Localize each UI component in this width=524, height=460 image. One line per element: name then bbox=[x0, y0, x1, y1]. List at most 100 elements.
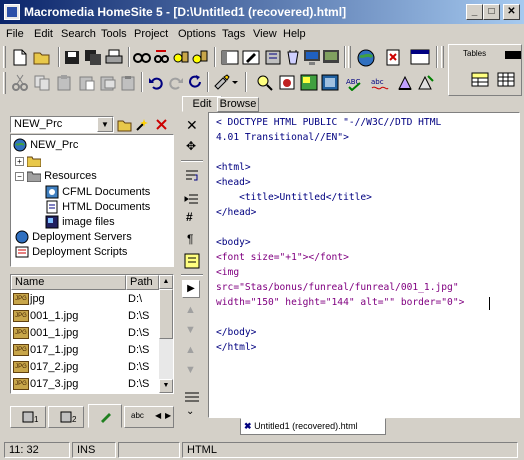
maximize-button[interactable]: □ bbox=[483, 4, 500, 20]
find-icon[interactable] bbox=[133, 49, 151, 66]
resource-tab-icon[interactable] bbox=[221, 49, 239, 66]
menu-options[interactable]: Options bbox=[178, 28, 216, 40]
list-item[interactable]: JPG 001_1.jpg bbox=[13, 310, 78, 323]
list-icon[interactable] bbox=[184, 391, 200, 405]
open-folder-icon[interactable] bbox=[33, 49, 51, 66]
tree-item-resources[interactable]: − Resources bbox=[15, 170, 97, 183]
copy-icon[interactable] bbox=[33, 74, 51, 91]
tab-scroll-right-icon[interactable]: ▶ bbox=[165, 411, 171, 420]
validate-icon[interactable] bbox=[256, 74, 274, 91]
tree-root[interactable]: NEW_Prc bbox=[13, 138, 78, 152]
project-options-icon[interactable] bbox=[154, 117, 169, 132]
close-button[interactable]: ✕ bbox=[503, 4, 520, 20]
link-verification-icon[interactable] bbox=[417, 74, 435, 91]
paragraph-icon[interactable]: ¶ bbox=[187, 232, 193, 246]
save-all-icon[interactable] bbox=[84, 49, 102, 66]
column-header-path[interactable]: Path bbox=[126, 275, 159, 290]
play-icon[interactable]: ▶ bbox=[182, 280, 200, 298]
scroll-up-icon[interactable]: ▲ bbox=[159, 275, 173, 289]
indent-icon[interactable] bbox=[184, 192, 200, 208]
menu-help[interactable]: Help bbox=[283, 28, 306, 40]
browser-preview-icon[interactable] bbox=[303, 49, 321, 66]
tab-edit[interactable]: Edit bbox=[182, 96, 222, 112]
tree-item-folder[interactable]: + bbox=[15, 155, 42, 168]
menu-tools[interactable]: Tools bbox=[101, 28, 127, 40]
toolbar-toggle-icon[interactable] bbox=[410, 47, 430, 67]
app-icon[interactable] bbox=[4, 4, 20, 20]
line-numbers-icon[interactable]: # bbox=[186, 210, 193, 224]
expand-icon[interactable]: + bbox=[15, 156, 24, 166]
arrow-up-icon[interactable]: ▲ bbox=[185, 304, 196, 316]
codesweeper-icon[interactable] bbox=[278, 74, 296, 91]
paste-icon[interactable] bbox=[56, 74, 74, 91]
global-panel-icon[interactable] bbox=[355, 48, 377, 68]
undo-icon[interactable] bbox=[147, 74, 165, 91]
tab-help[interactable]: abc ◀ ▶ bbox=[124, 406, 174, 428]
open-project-icon[interactable] bbox=[117, 117, 132, 132]
column-header-name[interactable]: Name bbox=[11, 275, 126, 290]
arrow-up-2-icon[interactable]: ▲ bbox=[185, 344, 196, 356]
tree-item-servers[interactable]: Deployment Servers bbox=[15, 230, 132, 244]
document-close-icon[interactable]: ✖ bbox=[244, 421, 252, 431]
list-item[interactable]: JPG 001_1.jpg bbox=[13, 327, 78, 340]
close-document-icon[interactable] bbox=[384, 48, 402, 68]
tab-snippets[interactable] bbox=[88, 404, 122, 428]
arrow-down-icon[interactable]: ▼ bbox=[185, 324, 196, 336]
project-select[interactable]: NEW_Prc ▼ bbox=[10, 116, 114, 133]
list-item[interactable]: JPG 017_3.jpg bbox=[13, 378, 78, 391]
tables-tab[interactable]: Tables bbox=[463, 49, 486, 58]
refresh-icon[interactable] bbox=[186, 74, 204, 91]
tree-item-html[interactable]: HTML Documents bbox=[45, 200, 150, 214]
tree-item-cfml[interactable]: CFML Documents bbox=[45, 185, 150, 199]
redo-icon[interactable] bbox=[167, 74, 185, 91]
list-item[interactable]: JPG 017_1.jpg bbox=[13, 344, 78, 357]
minimize-button[interactable]: _ bbox=[466, 4, 483, 20]
tab-scroll-left-icon[interactable]: ◀ bbox=[155, 411, 161, 420]
list-item[interactable]: JPG 017_2.jpg bbox=[13, 361, 78, 374]
new-document-icon[interactable] bbox=[11, 49, 29, 66]
extended-replace-icon[interactable] bbox=[191, 49, 209, 66]
tab-files[interactable]: 1 bbox=[10, 406, 46, 428]
mark-spelling-icon[interactable]: abc bbox=[371, 74, 389, 91]
paste-as-html-icon[interactable] bbox=[99, 74, 117, 91]
menu-search[interactable]: Search bbox=[61, 28, 96, 40]
menu-tags[interactable]: Tags bbox=[222, 28, 245, 40]
title-bar[interactable]: Macromedia HomeSite 5 - [D:\Untitled1 (r… bbox=[0, 0, 524, 24]
thumbnail-icon[interactable] bbox=[321, 74, 339, 91]
snippets-icon[interactable] bbox=[284, 49, 302, 66]
chevron-down-icon[interactable]: ▼ bbox=[97, 117, 113, 132]
document-weight-icon[interactable] bbox=[396, 74, 414, 91]
scroll-down-icon[interactable]: ▼ bbox=[159, 379, 173, 393]
replace-icon[interactable] bbox=[153, 49, 171, 66]
list-item[interactable]: JPG jpg bbox=[13, 293, 45, 306]
code-editor[interactable]: < DOCTYPE HTML PUBLIC "-//W3C//DTD HTML … bbox=[208, 112, 520, 418]
menu-project[interactable]: Project bbox=[134, 28, 168, 40]
special-chars-icon[interactable] bbox=[184, 253, 200, 269]
move-icon[interactable]: ✥ bbox=[186, 139, 196, 153]
scroll-thumb[interactable] bbox=[159, 289, 173, 339]
menu-view[interactable]: View bbox=[253, 28, 277, 40]
table-grid-icon[interactable] bbox=[497, 71, 515, 88]
menu-file[interactable]: File bbox=[6, 28, 24, 40]
tag-chooser-icon[interactable] bbox=[213, 74, 239, 91]
design-view-icon[interactable] bbox=[322, 49, 340, 66]
tab-scroll-left-icon[interactable] bbox=[505, 51, 513, 59]
print-icon[interactable] bbox=[105, 49, 123, 66]
arrow-down-2-icon[interactable]: ▼ bbox=[185, 364, 196, 376]
close-editor-icon[interactable]: ✕ bbox=[186, 117, 198, 134]
tree-item-images[interactable]: image files bbox=[45, 215, 115, 229]
paste-special-icon[interactable] bbox=[78, 74, 96, 91]
file-list-scrollbar[interactable]: ▲ ▼ bbox=[159, 275, 173, 393]
tab-projects[interactable]: 2 bbox=[48, 406, 84, 428]
cut-icon[interactable] bbox=[11, 74, 29, 91]
tab-browse[interactable]: Browse bbox=[217, 97, 259, 112]
word-wrap-icon[interactable] bbox=[184, 168, 200, 184]
document-tab[interactable]: ✖ Untitled1 (recovered).html bbox=[240, 418, 386, 435]
image-map-icon[interactable] bbox=[300, 74, 318, 91]
new-project-icon[interactable] bbox=[135, 117, 150, 132]
tag-inspector-icon[interactable] bbox=[264, 49, 282, 66]
more-icon[interactable]: ⌄ bbox=[186, 406, 194, 417]
extended-find-icon[interactable] bbox=[172, 49, 190, 66]
clipboard-icon[interactable] bbox=[119, 74, 137, 91]
edit-window-icon[interactable] bbox=[242, 49, 260, 66]
